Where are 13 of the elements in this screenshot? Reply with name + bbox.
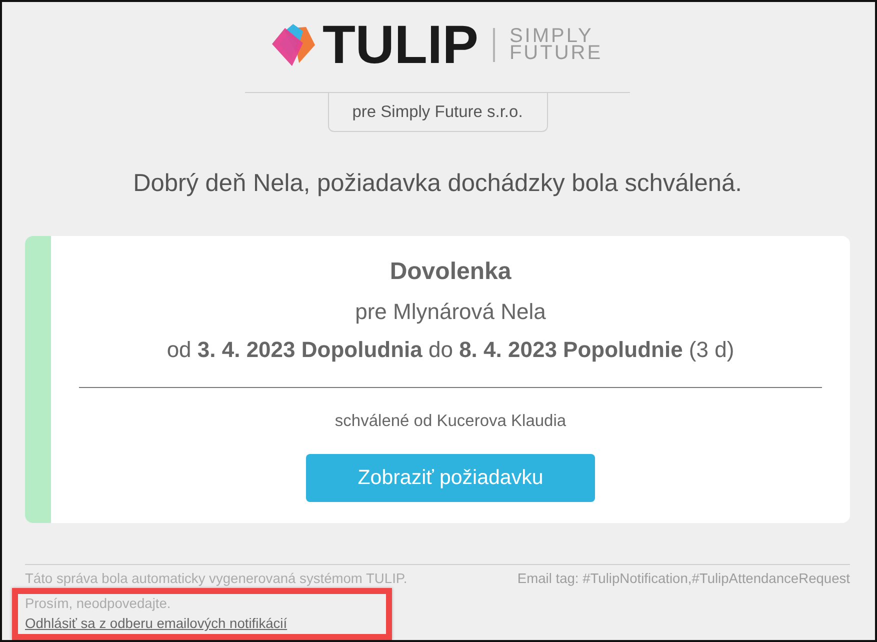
greeting-heading: Dobrý deň Nela, požiadavka dochádzky bola schválená.: [133, 169, 742, 199]
petals-logo-icon: [272, 23, 316, 67]
auto-generated-notice: Táto správa bola automaticky vygenerovaná systémom TULIP.: [25, 570, 408, 588]
logo-tagline: SIMPLY FUTURE: [509, 28, 603, 62]
employee-name: pre Mlynárová Nela: [355, 298, 546, 325]
email-tag-text: Email tag: #TulipNotification,#TulipAttendanceRequest: [517, 570, 850, 588]
company-label: pre Simply Future s.r.o.: [328, 93, 548, 132]
request-period: od 3. 4. 2023 Dopoludnia do 8. 4. 2023 Popoludnie (3 d): [166, 336, 734, 363]
no-reply-text: Prosím, neodpovedajte.: [25, 596, 171, 611]
unsubscribe-link[interactable]: Odhlásiť sa z odberu emailových notifikácií: [25, 616, 288, 631]
request-type: Dovolenka: [390, 257, 512, 287]
approved-by-text: schválené od Kucerova Klaudia: [334, 411, 566, 432]
logo-wordmark: TULIP: [322, 18, 478, 72]
